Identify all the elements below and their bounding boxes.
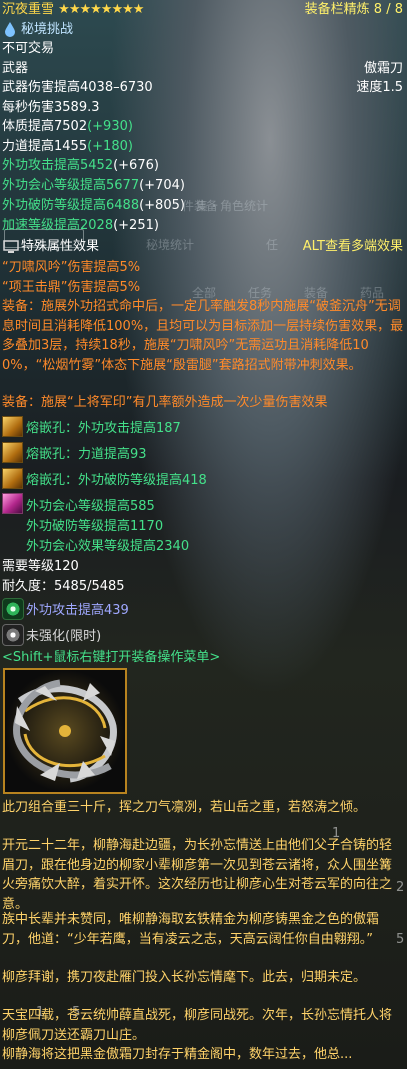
- lore-paragraph: 开元二十二年，柳静海赴边疆，为长孙忘情送上由他们父子合铸的轻眉刀，跟在他身边的柳…: [2, 838, 393, 912]
- five-stone-line: 外功破防等级提高1170: [26, 519, 164, 534]
- item-tooltip: 沉夜重雪 ★★★★★★★★ 装备栏精炼 8 / 8 秘境挑战 不可交易 武器 傲…: [0, 0, 407, 1069]
- enhance-icon: [2, 624, 24, 646]
- star-icon: ★: [90, 2, 102, 17]
- gem-slot-icon: [2, 416, 23, 437]
- lore-paragraph: 此刀组合重三十斤，挥之刀气凛冽，若山岳之重，若怒涛之倾。: [2, 800, 367, 815]
- attr-text: 加速等级提高2028: [2, 218, 114, 233]
- monitor-icon: [2, 237, 21, 256]
- star-icon: ★: [100, 2, 113, 17]
- item-slot: 武器: [2, 61, 29, 76]
- attr-bonus: (+805): [139, 198, 185, 213]
- attr-text: 力道提高1455: [2, 139, 88, 154]
- droplet-icon: [2, 20, 21, 39]
- special-header: 特殊属性效果: [21, 239, 100, 254]
- attr-bonus: (+676): [113, 158, 159, 173]
- item-name-row: 沉夜重雪 ★★★★★★★★: [2, 0, 145, 20]
- durability: 耐久度：5485/5485: [2, 579, 125, 594]
- special-line: “项王击鼎”伤害提高5%: [2, 280, 141, 295]
- star-icon: ★: [68, 2, 81, 17]
- enchant-icon: [2, 598, 24, 620]
- unenhanced-line: 未强化(限时): [26, 629, 102, 644]
- weapon-speed: 速度1.5: [356, 80, 403, 95]
- alt-hint[interactable]: ALT查看多端效果: [303, 237, 403, 257]
- star-icon: ★: [132, 2, 145, 17]
- attr-text: 外功破防等级提高6488: [2, 198, 140, 213]
- weapon-damage: 武器伤害提高4038–6730: [2, 80, 153, 95]
- item-source: 秘境挑战: [21, 22, 74, 37]
- trade-status: 不可交易: [2, 41, 55, 56]
- lore-paragraph: 天宝四载，苍云统帅薛直战死，柳彦同战死。次年，长孙忘情托人将柳彦佩刀送还霸刀山庄…: [2, 1008, 393, 1043]
- attr-bonus: (+704): [139, 178, 185, 193]
- refine-label: 装备栏精炼 8 / 8: [304, 2, 403, 17]
- special-header-row: 特殊属性效果: [2, 237, 99, 257]
- attr-row: 加速等级提高2028(+251): [2, 216, 159, 236]
- gem-slot-icon: [2, 468, 23, 489]
- shift-hint: <Shift+鼠标右键打开装备操作菜单>: [2, 650, 221, 665]
- attr-row: 力道提高1455(+180): [2, 137, 133, 157]
- attr-text: 外功攻击提高5452: [2, 158, 114, 173]
- attr-row: 外功破防等级提高6488(+805): [2, 196, 185, 216]
- require-level: 需要等级120: [2, 559, 79, 574]
- gem-line: 熔嵌孔：力道提高93: [26, 447, 147, 462]
- attr-text: 外功会心等级提高5677: [2, 178, 140, 193]
- attr-row: 体质提高7502(+930): [2, 117, 133, 137]
- star-rating: ★★★★★★★★: [58, 2, 145, 17]
- star-icon: ★: [122, 2, 134, 17]
- attr-bonus: (+930): [87, 119, 133, 134]
- equip-effect: 装备：施展外功招式命中后，一定几率触发8秒内施展“破釜沉舟”无调息时间且消耗降低…: [2, 299, 404, 373]
- five-stone-icon: [2, 493, 23, 514]
- star-icon: ★: [58, 2, 70, 17]
- item-name: 沉夜重雪: [2, 2, 55, 17]
- enchant-line: 外功攻击提高439: [26, 603, 129, 618]
- attr-row: 外功攻击提高5452(+676): [2, 156, 159, 176]
- lore-paragraph: 柳彦拜谢，携刀夜赴雁门投入长孙忘情麾下。此去，归期未定。: [2, 970, 367, 985]
- lore-paragraph: 柳静海将这把黑金傲霜刀封存于精金阁中，数年过去，他总...: [2, 1047, 353, 1062]
- gem-line: 熔嵌孔：外功攻击提高187: [26, 421, 181, 436]
- attr-bonus: (+251): [113, 218, 159, 233]
- star-icon: ★: [79, 2, 91, 17]
- attr-text: 体质提高7502: [2, 119, 88, 134]
- five-stone-line: 外功会心等级提高585: [26, 499, 155, 514]
- weapon-dps: 每秒伤害3589.3: [2, 100, 100, 115]
- weapon-image: [3, 668, 127, 794]
- special-line: “刀啸风吟”伤害提高5%: [2, 260, 141, 275]
- equip-effect: 装备：施展“上将军印”有几率额外造成一次少量伤害效果: [2, 395, 328, 410]
- star-icon: ★: [111, 2, 123, 17]
- source-row: 秘境挑战: [2, 20, 73, 40]
- attr-row: 外功会心等级提高5677(+704): [2, 176, 185, 196]
- attr-bonus: (+180): [87, 139, 133, 154]
- gem-line: 熔嵌孔：外功破防等级提高418: [26, 473, 207, 488]
- lore-paragraph: 族中长辈并未赞同，唯柳静海取玄铁精金为柳彦铸黑金之色的傲霜刀，他道：“少年若鹰，…: [2, 912, 380, 947]
- weapon-type: 傲霜刀: [363, 61, 403, 76]
- five-stone-line: 外功会心效果等级提高2340: [26, 539, 190, 554]
- gem-slot-icon: [2, 442, 23, 463]
